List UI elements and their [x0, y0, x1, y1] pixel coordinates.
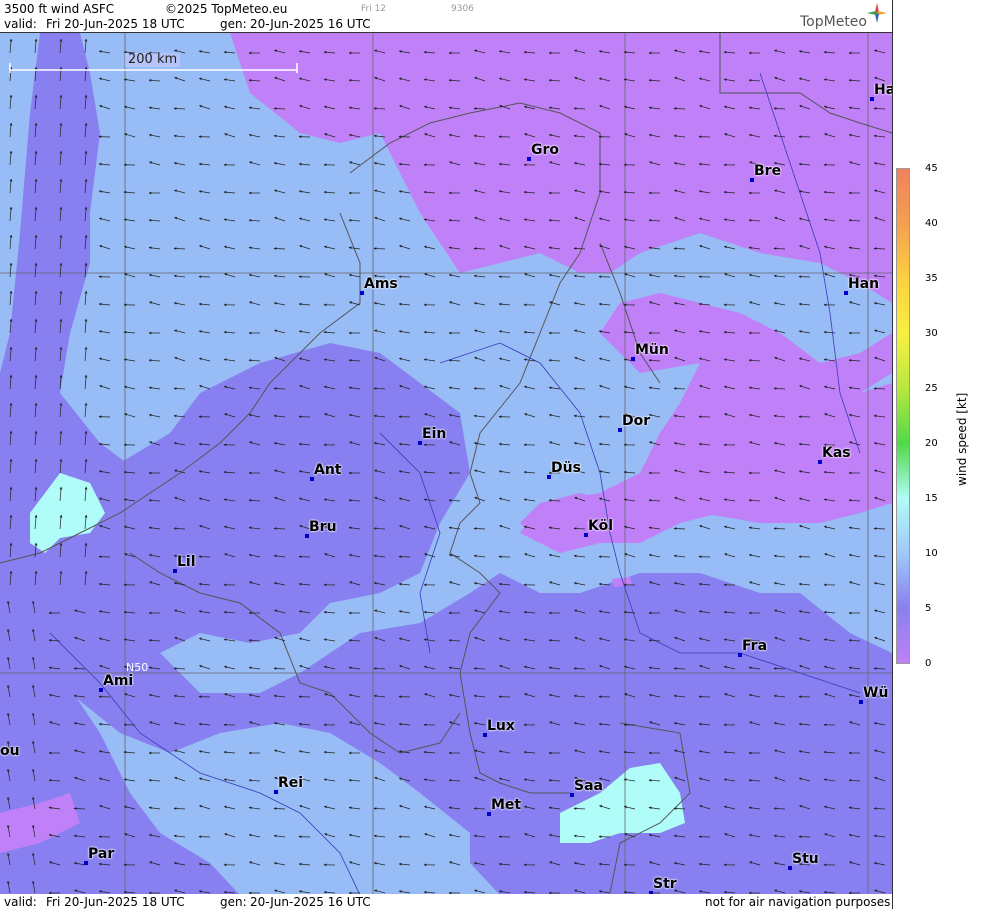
- valid-time: Fri 20-Jun-2025 18 UTC: [46, 17, 185, 31]
- gen-time: 20-Jun-2025 16 UTC: [250, 17, 371, 31]
- city-label-23[interactable]: Par: [88, 846, 114, 862]
- legend-tick-label: 0: [925, 658, 932, 669]
- city-label-5[interactable]: Han: [848, 276, 879, 292]
- city-label-25[interactable]: Str: [653, 876, 677, 892]
- legend-tick-label: 35: [925, 273, 938, 284]
- city-label-7[interactable]: Dor: [622, 413, 650, 429]
- legend-tick-label: 25: [925, 383, 938, 394]
- city-label-17[interactable]: Wü: [863, 685, 888, 701]
- city-label-3[interactable]: Bre: [754, 163, 781, 179]
- footer-valid-time: Fri 20-Jun-2025 18 UTC: [46, 895, 185, 909]
- city-label-8[interactable]: Ein: [422, 426, 446, 442]
- run-label: Fri 12: [361, 4, 387, 14]
- city-label-6[interactable]: Mün: [635, 342, 669, 358]
- footer-gen-time: 20-Jun-2025 16 UTC: [250, 895, 371, 909]
- city-label-11[interactable]: Ant: [314, 462, 342, 478]
- city-label-10[interactable]: Düs: [551, 460, 581, 476]
- color-legend: 45 40 35 30 25 20 15 10 5 0 wind speed [kt]: [892, 0, 983, 909]
- footer-gen-label: gen:: [220, 895, 247, 909]
- city-label-16[interactable]: Ami: [103, 673, 133, 689]
- legend-tick-label: 20: [925, 438, 938, 449]
- compass-logo-icon: [867, 3, 887, 23]
- city-label-12[interactable]: Köl: [588, 518, 613, 534]
- legend-tick-label: 10: [925, 548, 938, 559]
- header-bar: 3500 ft wind ASFC ©2025 TopMeteo.eu Fri …: [0, 0, 892, 32]
- legend-tick-label: 15: [925, 493, 938, 504]
- footer-valid-label: valid:: [4, 895, 37, 909]
- legend-tick-label: 5: [925, 603, 932, 614]
- city-label-21[interactable]: Saa: [574, 778, 603, 794]
- city-label-18[interactable]: ou: [0, 743, 20, 759]
- footer-bar: valid: Fri 20-Jun-2025 18 UTC gen: 20-Ju…: [0, 894, 892, 909]
- valid-label: valid:: [4, 17, 37, 31]
- city-label-9[interactable]: Kas: [822, 445, 851, 461]
- code-label: 9306: [451, 4, 474, 14]
- brand-logo: TopMeteo: [800, 14, 867, 30]
- city-label-20[interactable]: Rei: [278, 775, 303, 791]
- city-label-22[interactable]: Met: [491, 797, 521, 813]
- city-label-15[interactable]: Fra: [742, 638, 767, 654]
- product-title: 3500 ft wind ASFC: [4, 2, 115, 16]
- city-label-14[interactable]: Lil: [177, 554, 196, 570]
- legend-colorbar: [896, 168, 910, 664]
- city-label-4[interactable]: Ams: [364, 276, 398, 292]
- disclaimer: not for air navigation purposes: [705, 895, 891, 909]
- city-label-24[interactable]: Stu: [792, 851, 819, 867]
- legend-tick-label: 40: [925, 218, 938, 229]
- legend-tick-label: 30: [925, 328, 938, 339]
- scale-label: 200 km: [125, 53, 181, 67]
- city-label-2[interactable]: Gro: [531, 142, 559, 158]
- legend-title: wind speed [kt]: [955, 392, 969, 486]
- wind-map[interactable]: 200 km N50 HaGroBreAmsHanMünDorEinKasDüs…: [0, 32, 892, 896]
- copyright-text: ©2025 TopMeteo.eu: [165, 2, 288, 16]
- city-label-1[interactable]: Ha: [874, 82, 892, 98]
- city-label-19[interactable]: Lux: [487, 718, 515, 734]
- legend-tick-label: 45: [925, 163, 938, 174]
- gen-label: gen:: [220, 17, 247, 31]
- city-label-13[interactable]: Bru: [309, 519, 337, 535]
